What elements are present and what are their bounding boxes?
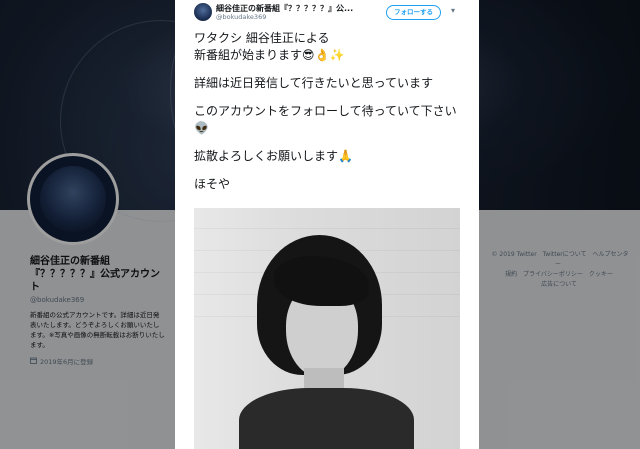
tweet-handle[interactable]: @bokudake369 [216,13,266,21]
tweet-modal: 細谷佳正の新番組『？？？？？』公... @bokudake369 フォローする … [175,0,479,449]
tweet-avatar[interactable] [194,3,212,21]
tweet-line: このアカウントをフォローして待っていて下さい👽 [194,104,457,135]
tweet-header: 細谷佳正の新番組『？？？？？』公... @bokudake369 フォローする … [175,0,479,24]
tweet-line: ワタクシ 細谷佳正による 新番組が始まります😎👌✨ [194,31,345,62]
follow-button[interactable]: フォローする [386,5,441,20]
tweet-line: 詳細は近日発信して行きたいと思っています [194,76,434,90]
tweet-line: ほそや [194,177,231,191]
chevron-down-icon[interactable]: ▾ [451,6,455,15]
tweet-line: 拡散よろしくお願いします🙏 [194,149,353,163]
tweet-text: ワタクシ 細谷佳正による 新番組が始まります😎👌✨ 詳細は近日発信して行きたいと… [194,30,469,204]
tweet-photo[interactable] [194,208,460,449]
